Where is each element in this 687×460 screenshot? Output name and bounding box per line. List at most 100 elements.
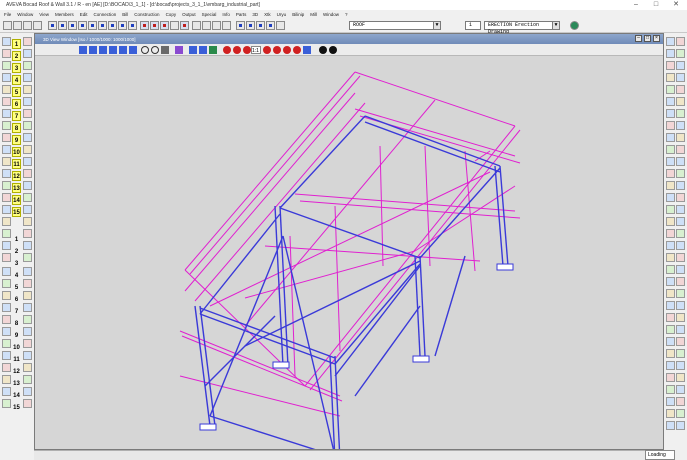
restart-icon[interactable] [676, 385, 685, 394]
cut-icon[interactable] [2, 157, 11, 166]
menu-bilinip[interactable]: Bilinip [292, 12, 304, 17]
snap-perp-icon[interactable] [676, 61, 685, 70]
measure-icon[interactable] [212, 21, 221, 30]
draw-line-icon[interactable] [170, 21, 179, 30]
distribute-icon[interactable] [666, 205, 675, 214]
pan-view-icon[interactable] [175, 46, 183, 54]
palette-number[interactable]: 14 [12, 391, 21, 401]
zoom-in-icon[interactable] [141, 46, 149, 54]
minimize-button[interactable]: – [627, 0, 645, 10]
about-icon[interactable] [676, 373, 685, 382]
array-icon[interactable] [676, 157, 685, 166]
layer-filter-icon[interactable] [266, 21, 275, 30]
snap-intersect-icon[interactable] [666, 61, 675, 70]
menu-edit[interactable]: Edit [80, 12, 88, 17]
layer-list-icon[interactable] [246, 21, 255, 30]
edit-pen-icon[interactable] [199, 46, 207, 54]
zoom-icon[interactable] [23, 85, 32, 94]
move-icon[interactable] [2, 181, 11, 190]
snap-tangent-icon[interactable] [666, 73, 675, 82]
light-icon[interactable] [23, 217, 32, 226]
palette-number[interactable]: 15 [12, 207, 21, 217]
sketch-icon[interactable] [189, 46, 197, 54]
menu-output[interactable]: Output [182, 12, 196, 17]
profile-icon[interactable] [2, 205, 11, 214]
lock-icon[interactable] [150, 21, 159, 30]
stamp-icon[interactable] [23, 315, 32, 324]
symbol-icon[interactable] [2, 303, 11, 312]
inquiry-icon[interactable] [666, 277, 675, 286]
properties-icon[interactable] [666, 265, 675, 274]
beam-icon[interactable] [2, 61, 11, 70]
plugin-icon[interactable] [666, 349, 675, 358]
table-icon[interactable] [23, 279, 32, 288]
doc-minimize-button[interactable]: – [635, 35, 642, 42]
view-section-icon[interactable] [98, 21, 107, 30]
layer-select[interactable]: ROOF ▼ [349, 21, 441, 30]
menu-members[interactable]: Members [55, 12, 74, 17]
zoom-out-icon[interactable] [151, 46, 159, 54]
spin-left-icon[interactable] [273, 46, 281, 54]
export-icon[interactable] [2, 399, 11, 408]
snap-icon[interactable] [192, 21, 201, 30]
print-icon[interactable] [33, 21, 42, 30]
split-view-icon[interactable] [119, 46, 127, 54]
menu-copy[interactable]: Copy [166, 12, 177, 17]
quad-view-icon[interactable] [129, 46, 137, 54]
palette-number[interactable]: 13 [12, 379, 21, 389]
id-icon[interactable] [666, 301, 675, 310]
update-icon[interactable] [666, 397, 675, 406]
save-icon[interactable] [23, 21, 32, 30]
chevron-down-icon[interactable]: ▼ [552, 22, 559, 29]
sheet-icon[interactable] [23, 291, 32, 300]
palette-number[interactable]: 10 [12, 343, 21, 353]
group-icon[interactable] [676, 181, 685, 190]
snap-center-icon[interactable] [676, 49, 685, 58]
chamfer-icon[interactable] [666, 145, 675, 154]
rotate-right-icon[interactable] [233, 46, 241, 54]
section-icon[interactable] [2, 327, 11, 336]
palette-number[interactable]: 11 [12, 159, 21, 169]
plot-icon[interactable] [23, 303, 32, 312]
pencil-icon[interactable] [23, 49, 32, 58]
rotate-icon[interactable] [2, 193, 11, 202]
list-icon[interactable] [2, 387, 11, 396]
layer-props-icon[interactable] [256, 21, 265, 30]
menu-view[interactable]: View [39, 12, 49, 17]
palette-number[interactable]: 1 [12, 235, 21, 245]
snap-mid-icon[interactable] [666, 49, 675, 58]
open-folder-icon[interactable] [13, 21, 22, 30]
custom-icon[interactable] [666, 361, 675, 370]
palette-number[interactable]: 7 [12, 111, 21, 121]
camera-icon[interactable] [23, 229, 32, 238]
render-ball-icon[interactable] [319, 46, 327, 54]
ungroup-icon[interactable] [666, 193, 675, 202]
paint-icon[interactable] [2, 375, 11, 384]
stair-icon[interactable] [2, 217, 11, 226]
maximize-button[interactable]: □ [647, 0, 665, 10]
pen-icon[interactable] [23, 37, 32, 46]
view-side-icon[interactable] [58, 21, 67, 30]
palette-number[interactable]: 1 [12, 39, 21, 49]
filter-icon[interactable] [23, 169, 32, 178]
menu-mill[interactable]: Mill [310, 12, 317, 17]
doc-maximize-button[interactable]: □ [644, 35, 651, 42]
xref-icon[interactable] [676, 301, 685, 310]
palette-number[interactable]: 11 [12, 355, 21, 365]
view-grid-icon[interactable] [88, 21, 97, 30]
close-button[interactable]: ✕ [667, 0, 685, 10]
wire-icon[interactable] [23, 193, 32, 202]
chevron-down-icon[interactable]: ▼ [433, 22, 440, 29]
member-tool-icon[interactable] [140, 21, 149, 30]
menu-bill[interactable]: Bill [122, 12, 128, 17]
scale-icon[interactable] [666, 169, 675, 178]
align-icon[interactable] [676, 193, 685, 202]
sync-icon[interactable] [676, 421, 685, 430]
recover-icon[interactable] [676, 253, 685, 262]
clip-icon[interactable] [23, 133, 32, 142]
palette-number[interactable]: 13 [12, 183, 21, 193]
hide-icon[interactable] [23, 145, 32, 154]
fit-icon[interactable] [23, 121, 32, 130]
single-view-icon[interactable] [109, 46, 117, 54]
menu-3d[interactable]: 3D [252, 12, 258, 17]
